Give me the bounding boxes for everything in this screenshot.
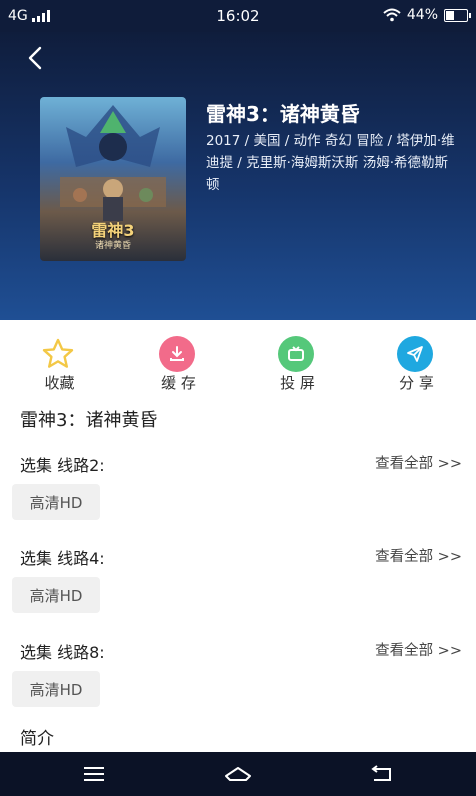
back-icon[interactable] <box>362 760 402 788</box>
home-icon[interactable] <box>218 760 258 788</box>
send-icon <box>397 336 433 372</box>
episode-chip[interactable]: 高清HD <box>12 671 100 707</box>
view-all-link[interactable]: 查看全部 >> <box>375 639 462 660</box>
status-bar: 4G 16:02 44% <box>0 0 476 32</box>
star-icon <box>42 338 74 368</box>
back-button[interactable] <box>20 42 52 74</box>
action-bar: 收藏 缓 存 投 屏 分 享 <box>0 320 476 400</box>
movie-poster[interactable]: 雷神3 诸神黄昏 <box>40 97 186 261</box>
view-all-link[interactable]: 查看全部 >> <box>375 545 462 566</box>
route-label: 选集 线路8: <box>20 643 105 662</box>
route-label: 选集 线路2: <box>20 456 105 475</box>
tv-icon <box>278 336 314 372</box>
share-button[interactable]: 分 享 <box>357 320 476 400</box>
movie-header: 雷神3 诸神黄昏 雷神3：诸神黄昏 2017 / 美国 / 动作 奇幻 冒险 /… <box>0 32 476 320</box>
section-title: 雷神3：诸神黄昏 <box>20 410 158 431</box>
movie-meta: 2017 / 美国 / 动作 奇幻 冒险 / 塔伊加·维迪提 / 克里斯·海姆斯… <box>206 133 455 193</box>
route-label: 选集 线路4: <box>20 549 105 568</box>
wifi-icon <box>383 8 401 22</box>
menu-icon[interactable] <box>74 760 114 788</box>
view-all-link[interactable]: 查看全部 >> <box>375 452 462 473</box>
cast-button[interactable]: 投 屏 <box>238 320 357 400</box>
system-nav-bar <box>0 752 476 796</box>
episode-chip[interactable]: 高清HD <box>12 484 100 520</box>
download-button[interactable]: 缓 存 <box>119 320 238 400</box>
battery-percent: 44% <box>406 7 438 23</box>
favorite-label: 收藏 <box>44 374 75 392</box>
download-icon <box>159 336 195 372</box>
battery-icon <box>444 8 471 22</box>
movie-title: 雷神3：诸神黄昏 <box>206 102 360 126</box>
cast-label: 投 屏 <box>280 374 315 392</box>
poster-subtitle: 诸神黄昏 <box>94 241 131 251</box>
share-label: 分 享 <box>399 374 434 392</box>
intro-heading: 简介 <box>20 729 54 749</box>
episode-chip[interactable]: 高清HD <box>12 577 100 613</box>
download-label: 缓 存 <box>161 374 196 392</box>
favorite-button[interactable]: 收藏 <box>0 320 119 400</box>
